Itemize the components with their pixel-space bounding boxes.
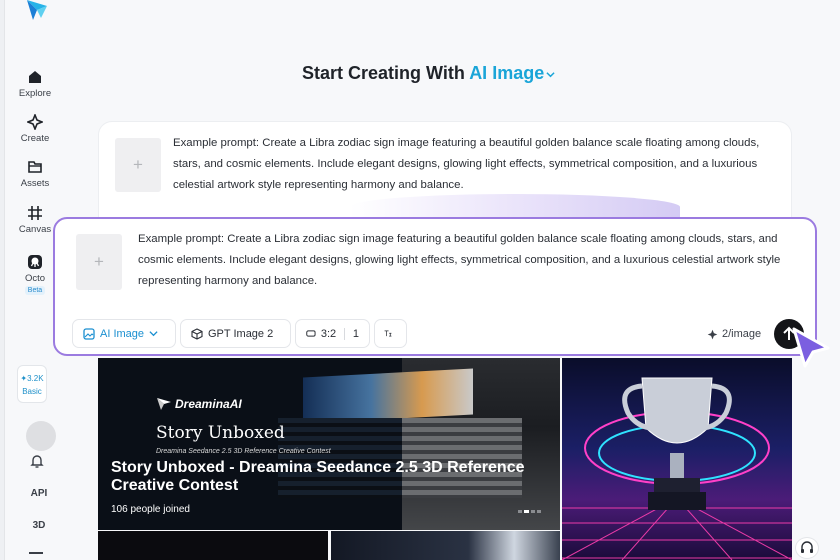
home-icon [29,71,41,83]
aspect-ratio-icon [306,330,316,337]
count-label: 1 [352,327,359,340]
mode-dropdown-label: AI Image [469,63,545,83]
banner-script-title: Story Unboxed [156,423,285,443]
carousel-dot-active[interactable] [524,510,529,513]
ratio-count-select[interactable]: 3:2 1 [295,319,370,348]
brand-mark-icon [157,398,171,410]
avatar[interactable] [26,421,56,451]
brand-name: DreaminaAI [175,397,242,411]
ratio-label: 3:2 [320,327,337,340]
banner-subtitle: Dreamina Seedance 2.5 3D Reference Creat… [156,448,331,455]
sparkle-icon [707,329,718,339]
sidebar-item-label: Assets [20,178,50,189]
add-image-button[interactable]: + [76,234,122,290]
mode-select[interactable]: AI Image [72,319,176,348]
three-d-link[interactable]: 3D [4,520,74,531]
chevron-down-icon [149,331,158,337]
app-logo-icon[interactable] [25,0,49,22]
text-format-icon [384,330,392,337]
gallery-image-trophy[interactable] [562,358,792,560]
banner-title: Story Unboxed - Dreamina Seedance 2.5 3D… [111,459,525,494]
headset-icon [801,541,813,553]
folder-icon [28,161,42,173]
sidebar-item-label: Octo [24,273,46,284]
credits-amount: 3.2K [27,374,44,383]
sidebar-item-label: Explore [18,88,52,99]
prompt-card[interactable]: + Example prompt: Create a Libra zodiac … [53,217,817,356]
mode-select-label: AI Image [100,327,145,340]
carousel-dot[interactable] [537,510,541,513]
credit-cost-label: 2/image [722,328,762,340]
credit-cost: 2/image [707,328,761,340]
sidebar-item-label: Canvas [18,224,52,235]
mode-dropdown[interactable]: AI Image [469,63,555,83]
menu-icon[interactable] [29,552,43,554]
image-icon [83,327,95,340]
canvas-icon [28,206,42,220]
sidebar-item-explore[interactable]: Explore [4,69,66,99]
cinema-screen [303,368,473,424]
model-select-label: GPT Image 2 [208,327,274,340]
add-image-button[interactable]: + [115,138,161,192]
credits-box[interactable]: ✦3.2K Basic [17,365,47,403]
prompt-text: Example prompt: Create a Libra zodiac si… [173,137,760,191]
trophy-illustration [562,377,792,560]
plus-icon: + [94,252,104,271]
sidebar-item-create[interactable]: Create [4,114,66,144]
banner-joined-count: 106 people joined [111,504,190,515]
sparkle-icon [27,114,43,130]
gallery-image[interactable] [98,531,328,560]
chevron-down-icon [546,71,555,78]
sidebar-item-label: Create [20,133,50,144]
page-title-prefix: Start Creating With [302,63,465,83]
gallery-image[interactable] [331,531,560,560]
plus-icon: + [133,155,143,174]
text-style-button[interactable] [374,319,407,348]
support-button[interactable] [795,537,819,559]
page-title: Start Creating With AI Image [302,63,555,84]
carousel-dot[interactable] [518,510,522,513]
brand-logo: DreaminaAI [157,397,242,411]
sidebar-item-assets[interactable]: Assets [4,159,66,189]
bell-icon[interactable] [29,453,45,469]
contest-banner[interactable]: DreaminaAI Story Unboxed Dreamina Seedan… [98,358,560,530]
carousel-dot[interactable] [531,510,535,513]
beta-badge: Beta [24,286,46,295]
octo-icon [28,255,42,269]
cube-icon [191,327,203,340]
api-link[interactable]: API [4,488,74,499]
carousel-dots[interactable] [518,510,543,513]
plan-label: Basic [22,387,42,396]
prompt-input[interactable]: Example prompt: Create a Libra zodiac si… [138,229,808,292]
pointer-cursor-icon [792,327,830,368]
divider [344,327,345,340]
model-select[interactable]: GPT Image 2 [180,319,291,348]
